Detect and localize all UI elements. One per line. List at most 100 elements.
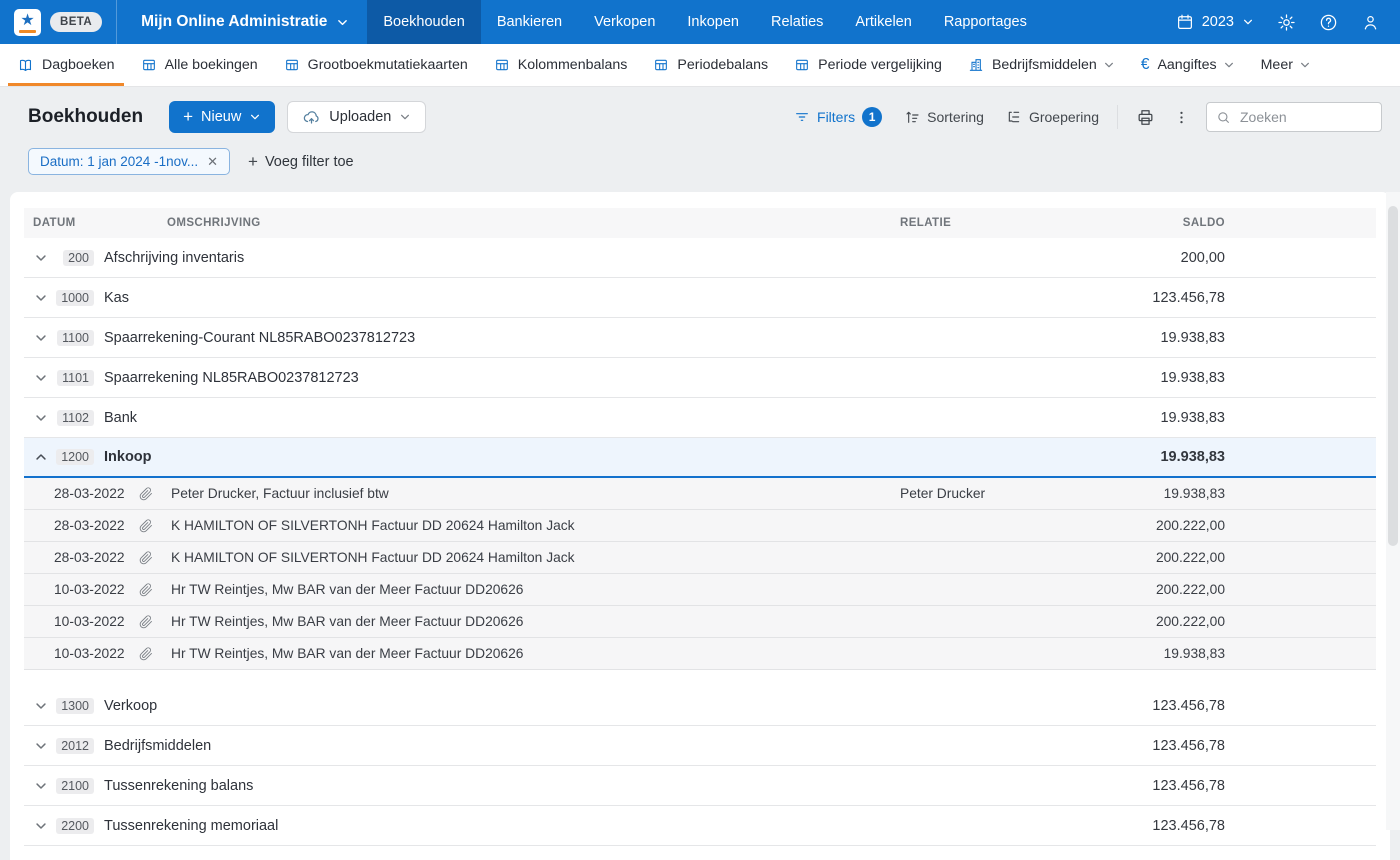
paperclip-icon[interactable] xyxy=(139,487,171,501)
administration-switcher[interactable]: Mijn Online Administratie xyxy=(141,13,349,31)
app-logo[interactable]: ★ xyxy=(14,9,41,36)
saldo-value: 123.456,78 xyxy=(1045,818,1225,834)
paperclip-icon[interactable] xyxy=(139,519,171,533)
group-row[interactable]: 1100Spaarrekening-Courant NL85RABO023781… xyxy=(24,318,1376,358)
entry-amount: 200.222,00 xyxy=(1045,614,1225,629)
group-row[interactable]: 2012Bedrijfsmiddelen123.456,78 xyxy=(24,726,1376,766)
help-icon[interactable] xyxy=(1319,13,1338,32)
search-input[interactable] xyxy=(1238,108,1372,126)
entry-amount: 200.222,00 xyxy=(1045,582,1225,597)
account-name: Tussenrekening memoriaal xyxy=(102,818,900,834)
tab-periodebalans[interactable]: Periodebalans xyxy=(640,44,781,86)
paperclip-icon[interactable] xyxy=(139,551,171,565)
chevron-down-icon[interactable] xyxy=(28,739,54,753)
top-bar: ★ BETA Mijn Online Administratie Boekhou… xyxy=(0,0,1400,44)
column-header-omschrijving[interactable]: OMSCHRIJVING xyxy=(167,217,900,229)
tab-alle-boekingen[interactable]: Alle boekingen xyxy=(128,44,271,86)
chevron-up-icon[interactable] xyxy=(28,450,54,464)
filters-label: Filters xyxy=(817,109,855,125)
settings-gear-icon[interactable] xyxy=(1277,13,1296,32)
book-icon xyxy=(17,57,34,74)
group-row[interactable]: 1102Bank19.938,83 xyxy=(24,398,1376,438)
account-code-badge: 200 xyxy=(63,250,94,266)
nav-item-verkopen[interactable]: Verkopen xyxy=(578,0,671,44)
paperclip-icon[interactable] xyxy=(139,615,171,629)
chevron-down-icon[interactable] xyxy=(28,371,54,385)
saldo-value: 123.456,78 xyxy=(1045,290,1225,306)
chevron-down-icon[interactable] xyxy=(28,779,54,793)
entry-date: 10-03-2022 xyxy=(54,614,139,629)
tab-bedrijfsmiddelen[interactable]: Bedrijfsmiddelen xyxy=(955,44,1128,86)
nav-item-bankieren[interactable]: Bankieren xyxy=(481,0,578,44)
sub-nav-tabs: Dagboeken Alle boekingen Grootboekmutati… xyxy=(0,44,1400,87)
date-filter-chip[interactable]: Datum: 1 jan 2024 -1nov... ✕ xyxy=(28,148,230,175)
group-button[interactable]: Groepering xyxy=(1006,109,1099,125)
nav-item-artikelen[interactable]: Artikelen xyxy=(839,0,927,44)
new-button[interactable]: + Nieuw xyxy=(169,101,275,133)
user-icon[interactable] xyxy=(1361,13,1380,32)
account-code-badge: 1101 xyxy=(57,370,94,386)
year-picker[interactable]: 2023 xyxy=(1176,13,1254,31)
group-row[interactable]: 1000Kas123.456,78 xyxy=(24,278,1376,318)
sort-button[interactable]: Sortering xyxy=(904,109,984,125)
nav-item-inkopen[interactable]: Inkopen xyxy=(671,0,755,44)
column-header-datum[interactable]: DATUM xyxy=(33,217,167,229)
tab-meer[interactable]: Meer xyxy=(1248,44,1324,86)
chevron-down-icon[interactable] xyxy=(28,699,54,713)
account-code-badge: 2200 xyxy=(56,818,94,834)
filters-button[interactable]: Filters 1 xyxy=(794,107,882,127)
entry-row[interactable]: 10-03-2022Hr TW Reintjes, Mw BAR van der… xyxy=(24,606,1376,638)
add-filter-button[interactable]: + Voeg filter toe xyxy=(248,153,354,170)
chevron-down-icon[interactable] xyxy=(28,291,54,305)
account-code-badge: 1300 xyxy=(56,698,94,714)
group-row[interactable]: 2100Tussenrekening balans123.456,78 xyxy=(24,766,1376,806)
account-code-badge: 2100 xyxy=(56,778,94,794)
entry-row[interactable]: 28-03-2022Peter Drucker, Factuur inclusi… xyxy=(24,478,1376,510)
group-row[interactable]: 200Afschrijving inventaris200,00 xyxy=(24,238,1376,278)
kebab-menu-icon[interactable] xyxy=(1173,109,1190,126)
print-icon[interactable] xyxy=(1136,108,1155,127)
tab-label: Grootboekmutatiekaarten xyxy=(308,57,468,73)
account-name: Spaarrekening-Courant NL85RABO0237812723 xyxy=(102,330,900,346)
account-name: Bank xyxy=(102,410,900,426)
table-body: 200Afschrijving inventaris200,001000Kas1… xyxy=(24,238,1376,846)
building-icon xyxy=(968,57,984,73)
nav-item-rapportages[interactable]: Rapportages xyxy=(928,0,1043,44)
nav-item-relaties[interactable]: Relaties xyxy=(755,0,839,44)
entry-row[interactable]: 28-03-2022K HAMILTON OF SILVERTONH Factu… xyxy=(24,510,1376,542)
paperclip-icon[interactable] xyxy=(139,647,171,661)
group-row[interactable]: 2200 Tussenrekening memoriaal 123.456,78 xyxy=(24,806,1376,846)
column-header-saldo[interactable]: SALDO xyxy=(1045,217,1225,229)
chevron-down-icon[interactable] xyxy=(28,251,54,265)
close-icon[interactable]: ✕ xyxy=(207,155,218,168)
chevron-down-icon[interactable] xyxy=(28,819,54,833)
account-name: Kas xyxy=(102,290,900,306)
paperclip-icon[interactable] xyxy=(139,583,171,597)
group-row[interactable]: 1300Verkoop123.456,78 xyxy=(24,686,1376,726)
column-header-relatie[interactable]: RELATIE xyxy=(900,217,1045,229)
chevron-down-icon[interactable] xyxy=(28,331,54,345)
entry-row[interactable]: 28-03-2022K HAMILTON OF SILVERTONH Factu… xyxy=(24,542,1376,574)
tab-dagboeken[interactable]: Dagboeken xyxy=(4,44,128,86)
group-row[interactable]: 1101Spaarrekening NL85RABO023781272319.9… xyxy=(24,358,1376,398)
sort-label: Sortering xyxy=(927,109,984,125)
upload-button-label: Uploaden xyxy=(329,109,391,125)
chevron-down-icon xyxy=(249,111,261,123)
tab-label: Kolommenbalans xyxy=(518,57,628,73)
tab-kolommenbalans[interactable]: Kolommenbalans xyxy=(481,44,641,86)
tab-aangiftes[interactable]: € Aangiftes xyxy=(1128,44,1248,86)
group-row[interactable]: 1200Inkoop19.938,83 xyxy=(24,438,1376,478)
entry-row[interactable]: 10-03-2022Hr TW Reintjes, Mw BAR van der… xyxy=(24,574,1376,606)
chevron-down-icon[interactable] xyxy=(28,411,54,425)
upload-button[interactable]: Uploaden xyxy=(287,101,426,133)
entry-row[interactable]: 10-03-2022Hr TW Reintjes, Mw BAR van der… xyxy=(24,638,1376,670)
search-box[interactable] xyxy=(1206,102,1382,132)
scrollbar-thumb[interactable] xyxy=(1388,206,1398,546)
tab-periode-vergelijking[interactable]: Periode vergelijking xyxy=(781,44,955,86)
chevron-down-icon xyxy=(1299,59,1311,71)
nav-item-boekhouden[interactable]: Boekhouden xyxy=(367,0,480,44)
topbar-divider xyxy=(116,0,117,44)
tab-grootboekmutatiekaarten[interactable]: Grootboekmutatiekaarten xyxy=(271,44,481,86)
entry-relatie: Peter Drucker xyxy=(900,486,1045,501)
vertical-scrollbar[interactable] xyxy=(1386,192,1400,830)
